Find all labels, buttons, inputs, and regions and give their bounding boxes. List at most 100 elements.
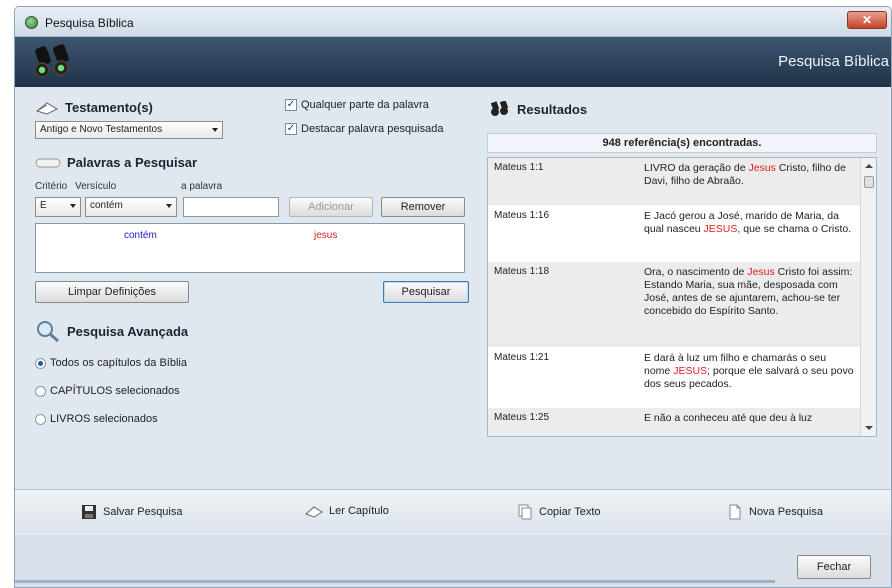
radio-empty-icon xyxy=(35,385,46,397)
results-list[interactable]: Mateus 1:1 LIVRO da geração de Jesus Cri… xyxy=(487,157,877,437)
action-toolbar: Salvar Pesquisa Ler Capítulo Copiar Text… xyxy=(15,489,891,533)
search-dialog: Pesquisa Bíblica ✕ Pesquisa Bíblica Test… xyxy=(14,6,892,588)
palavras-header: Palavras a Pesquisar xyxy=(35,155,197,170)
result-row[interactable]: Mateus 1:18 Ora, o nascimento de Jesus C… xyxy=(488,262,876,348)
checkbox-checked-icon: ✓ xyxy=(285,99,297,111)
criteria-operator: contém xyxy=(124,230,157,241)
header-banner: Pesquisa Bíblica xyxy=(15,37,891,87)
save-disk-icon xyxy=(82,505,96,519)
result-reference: Mateus 1:25 xyxy=(494,412,550,423)
result-reference: Mateus 1:1 xyxy=(494,162,544,173)
search-criteria-panel: Testamento(s) Antigo e Novo Testamentos … xyxy=(27,93,476,437)
copiar-texto-button[interactable]: Copiar Texto xyxy=(517,504,601,520)
result-text: E Jacó gerou a José, marido de Maria, da… xyxy=(638,206,860,261)
result-reference: Mateus 1:16 xyxy=(494,210,550,221)
chevron-down-icon xyxy=(166,204,172,208)
palavra-input[interactable] xyxy=(183,197,279,217)
testamento-title: Testamento(s) xyxy=(65,99,153,115)
salvar-pesquisa-button[interactable]: Salvar Pesquisa xyxy=(81,504,183,520)
window-title: Pesquisa Bíblica xyxy=(45,16,134,30)
nova-pesquisa-button[interactable]: Nova Pesquisa xyxy=(727,504,823,520)
resultados-header: Resultados xyxy=(489,101,587,117)
ler-capitulo-label: Ler Capítulo xyxy=(329,505,389,517)
copiar-texto-label: Copiar Texto xyxy=(539,506,601,518)
nova-pesquisa-label: Nova Pesquisa xyxy=(749,506,823,518)
dialog-footer xyxy=(15,535,891,587)
result-row[interactable]: Mateus 1:21 E dará à luz um filho e cham… xyxy=(488,348,876,408)
versiculo-value: contém xyxy=(90,200,123,211)
versiculo-label: Versículo xyxy=(75,181,117,192)
avancada-title: Pesquisa Avançada xyxy=(67,323,189,339)
testamento-select[interactable]: Antigo e Novo Testamentos xyxy=(35,121,223,139)
criterio-select[interactable]: E xyxy=(35,197,81,217)
radio-livros-selecionados[interactable]: LIVROS selecionados xyxy=(35,413,158,425)
remover-button[interactable]: Remover xyxy=(381,197,465,217)
result-reference: Mateus 1:21 xyxy=(494,352,550,363)
result-highlight: JESUS xyxy=(703,223,738,235)
testamento-selected: Antigo e Novo Testamentos xyxy=(40,124,163,135)
resultados-title: Resultados xyxy=(517,101,588,117)
chevron-down-icon xyxy=(212,128,218,132)
result-text: E não a conheceu até que deu à luz xyxy=(638,408,860,436)
scroll-thumb[interactable] xyxy=(864,176,874,188)
results-panel: Resultados 948 referência(s) encontradas… xyxy=(479,93,877,437)
book-icon xyxy=(35,102,59,115)
radio-selected-icon xyxy=(35,357,46,369)
limpar-definicoes-button[interactable]: Limpar Definições xyxy=(35,281,189,303)
result-text-before: Ora, o nascimento de xyxy=(644,266,748,278)
chevron-down-icon xyxy=(70,204,76,208)
palavra-label: a palavra xyxy=(181,181,223,192)
criteria-word: jesus xyxy=(314,230,338,241)
criterio-value: E xyxy=(40,200,47,211)
app-globe-icon xyxy=(25,16,38,29)
copy-icon xyxy=(518,504,532,520)
result-text-before: E não a conheceu até que deu à luz xyxy=(644,412,813,424)
result-reference: Mateus 1:18 xyxy=(494,266,550,277)
title-bar: Pesquisa Bíblica ✕ xyxy=(15,7,891,37)
criterio-label: Critério xyxy=(35,181,68,192)
result-row[interactable]: Mateus 1:16 E Jacó gerou a José, marido … xyxy=(488,206,876,262)
destacar-palavra-label: Destacar palavra pesquisada xyxy=(301,123,444,135)
result-highlight: Jesus xyxy=(748,162,776,174)
new-document-icon xyxy=(729,504,741,520)
close-button[interactable]: ✕ xyxy=(847,11,887,29)
fechar-button[interactable]: Fechar xyxy=(797,555,871,579)
palavras-title: Palavras a Pesquisar xyxy=(67,155,198,170)
result-row[interactable]: Mateus 1:25 E não a conheceu até que deu… xyxy=(488,408,876,436)
result-row[interactable]: Mateus 1:1 LIVRO da geração de Jesus Cri… xyxy=(488,158,876,206)
adicionar-button[interactable]: Adicionar xyxy=(289,197,373,217)
result-highlight: JESUS xyxy=(673,365,708,377)
scroll-up-arrow-icon[interactable] xyxy=(865,164,873,168)
result-highlight: Jesus xyxy=(747,266,775,278)
radio-todos-label: Todos os capítulos da Bíblia xyxy=(50,357,187,369)
versiculo-select[interactable]: contém xyxy=(85,197,177,217)
footer-divider xyxy=(15,580,775,583)
criteria-list[interactable]: contém jesus xyxy=(35,223,465,273)
bookmark-icon xyxy=(35,158,61,167)
result-text: E dará à luz um filho e chamarás o seu n… xyxy=(638,348,860,407)
binoculars-icon xyxy=(34,44,69,78)
qualquer-parte-label: Qualquer parte da palavra xyxy=(301,99,429,111)
qualquer-parte-checkbox[interactable]: ✓ Qualquer parte da palavra xyxy=(285,99,429,111)
ler-capitulo-button[interactable]: Ler Capítulo xyxy=(305,504,389,518)
radio-capitulos-label: CAPÍTULOS selecionados xyxy=(50,385,180,397)
testamento-header: Testamento(s) xyxy=(35,99,153,115)
scroll-down-arrow-icon[interactable] xyxy=(865,426,873,430)
radio-todos-capitulos[interactable]: Todos os capítulos da Bíblia xyxy=(35,357,187,369)
magnifier-icon xyxy=(37,321,59,343)
result-text-before: LIVRO da geração de xyxy=(644,162,749,174)
banner-title: Pesquisa Bíblica xyxy=(778,53,889,70)
pesquisar-button[interactable]: Pesquisar xyxy=(383,281,469,303)
result-text: Ora, o nascimento de Jesus Cristo foi as… xyxy=(638,262,860,347)
results-count: 948 referência(s) encontradas. xyxy=(487,133,877,153)
result-text-after: , que se chama o Cristo. xyxy=(737,223,852,235)
avancada-header: Pesquisa Avançada xyxy=(35,319,188,343)
destacar-palavra-checkbox[interactable]: ✓ Destacar palavra pesquisada xyxy=(285,123,443,135)
salvar-pesquisa-label: Salvar Pesquisa xyxy=(103,506,183,518)
open-book-icon xyxy=(305,506,323,518)
result-text: LIVRO da geração de Jesus Cristo, filho … xyxy=(638,158,860,205)
radio-capitulos-selecionados[interactable]: CAPÍTULOS selecionados xyxy=(35,385,180,397)
results-scrollbar[interactable] xyxy=(860,158,876,436)
binoculars-small-icon xyxy=(490,101,509,116)
radio-empty-icon xyxy=(35,413,46,425)
